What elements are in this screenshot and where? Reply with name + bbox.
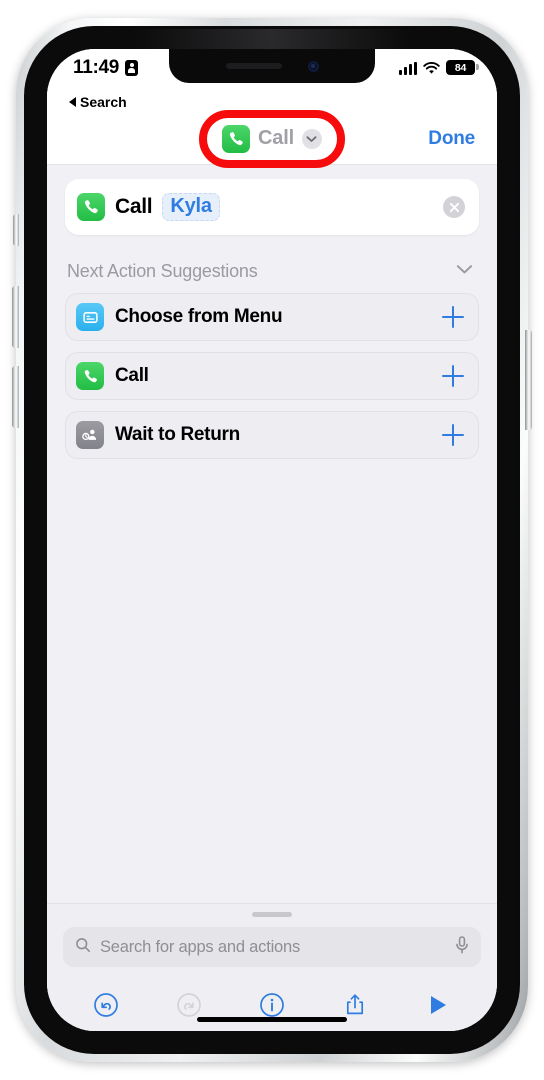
- menu-card-icon: [76, 303, 104, 331]
- phone-icon: [77, 193, 105, 221]
- power-button[interactable]: [525, 330, 532, 430]
- volume-up-button[interactable]: [12, 286, 19, 348]
- triangle-left-icon: [69, 97, 76, 107]
- battery-indicator: 84: [446, 60, 479, 75]
- phone-icon: [222, 124, 251, 153]
- done-button[interactable]: Done: [428, 128, 475, 150]
- chevron-down-icon[interactable]: [456, 262, 473, 280]
- shortcut-editor-body: Call Kyla Next Action Suggestions Choose…: [47, 165, 497, 903]
- suggestion-row-choose-from-menu[interactable]: Choose from Menu: [65, 293, 479, 341]
- wifi-icon: [423, 62, 440, 75]
- search-icon: [75, 937, 91, 958]
- status-time-group: 11:49: [73, 57, 139, 79]
- suggestion-label: Call: [115, 365, 149, 386]
- volume-down-button[interactable]: [12, 366, 19, 428]
- sheet-grabber-handle[interactable]: [252, 912, 292, 917]
- close-circle-icon[interactable]: [443, 196, 465, 218]
- suggestion-row-wait-to-return[interactable]: Wait to Return: [65, 411, 479, 459]
- shortcut-title-button[interactable]: Call: [216, 123, 328, 155]
- status-indicators: 84: [399, 60, 479, 75]
- plus-icon[interactable]: [442, 306, 464, 328]
- search-bar[interactable]: Search for apps and actions: [63, 927, 481, 967]
- suggestion-label: Wait to Return: [115, 424, 240, 445]
- back-button[interactable]: Search: [69, 94, 127, 110]
- navigation-bar: Call Done: [47, 109, 497, 168]
- next-action-suggestions-header[interactable]: Next Action Suggestions: [65, 257, 479, 285]
- suggestion-row-call[interactable]: Call: [65, 352, 479, 400]
- screenshot-stage: 11:49 84 Search Call Done Call Kyla Next…: [0, 0, 544, 1080]
- iphone-screen: 11:49 84 Search Call Done Call Kyla Next…: [47, 49, 497, 1031]
- suggestion-label: Choose from Menu: [115, 306, 283, 327]
- earpiece-speaker: [225, 63, 282, 69]
- chevron-down-icon[interactable]: [301, 128, 322, 149]
- search-input[interactable]: Search for apps and actions: [100, 938, 446, 957]
- action-contact-token[interactable]: Kyla: [162, 193, 220, 221]
- run-button[interactable]: [420, 987, 456, 1023]
- suggestions-title: Next Action Suggestions: [67, 260, 258, 281]
- shortcuts-app: 11:49 84 Search Call Done Call Kyla Next…: [47, 49, 497, 1031]
- home-indicator[interactable]: [197, 1017, 347, 1022]
- nav-title-label: Call: [258, 127, 294, 149]
- device-notch: [169, 49, 375, 83]
- back-to-search-row[interactable]: Search: [47, 91, 497, 113]
- front-camera: [307, 60, 319, 72]
- action-verb-label: Call: [115, 195, 153, 218]
- plus-icon[interactable]: [442, 365, 464, 387]
- cellular-bars-icon: [399, 62, 417, 75]
- phone-icon: [76, 362, 104, 390]
- plus-icon[interactable]: [442, 424, 464, 446]
- silent-switch[interactable]: [13, 214, 19, 246]
- undo-button[interactable]: [88, 987, 124, 1023]
- editor-toolbar: [47, 979, 497, 1031]
- back-button-label: Search: [80, 94, 127, 110]
- status-time: 11:49: [73, 57, 120, 78]
- action-card-call[interactable]: Call Kyla: [65, 179, 479, 235]
- bottom-panel: Search for apps and actions: [47, 903, 497, 1031]
- contact-location-icon: [125, 60, 139, 76]
- person-wait-icon: [76, 421, 104, 449]
- microphone-icon[interactable]: [455, 935, 469, 959]
